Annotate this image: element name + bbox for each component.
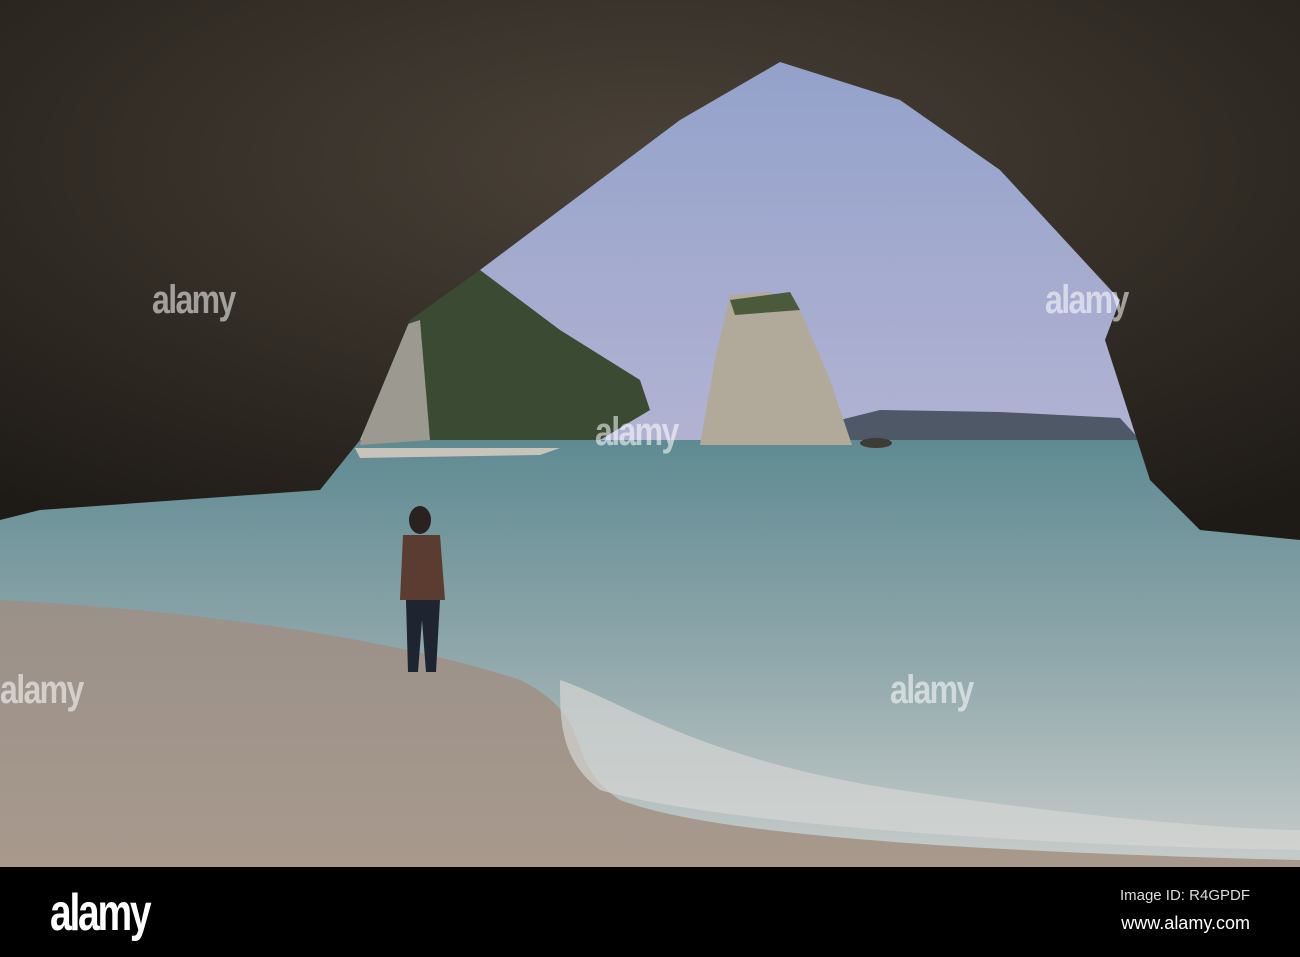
alamy-logo: alamy [50,884,152,942]
website-link: www.alamy.com [1121,913,1250,933]
watermark: alamy [0,668,84,712]
watermark: alamy [152,278,236,322]
watermark: alamy [890,668,974,712]
watermark: alamy [1045,278,1129,322]
image-id: Image ID: R4GPDF [1119,887,1250,904]
footer-bar: alamy Image ID: R4GPDF www.alamy.com [0,867,1300,957]
watermark: alamy [595,410,679,454]
